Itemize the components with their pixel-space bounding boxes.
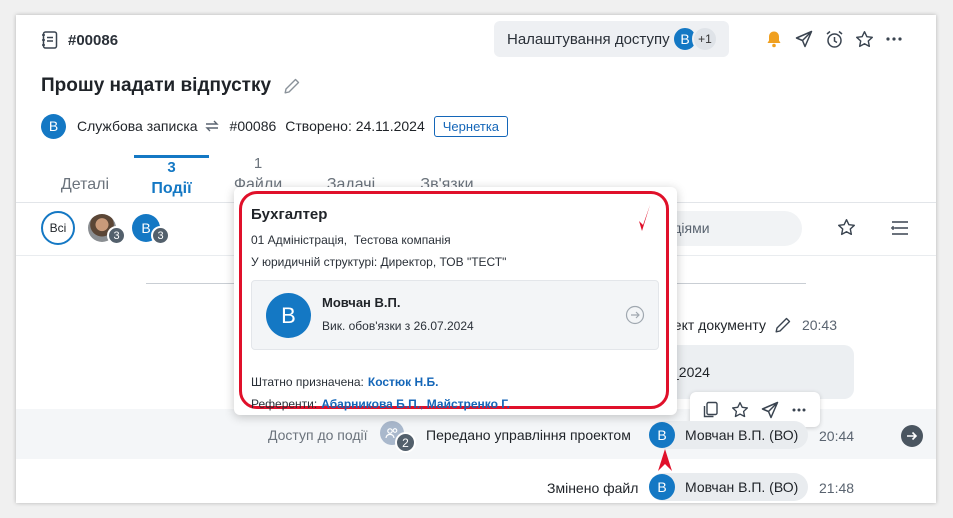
event-access-label: Доступ до події [268, 427, 368, 443]
access-settings-button[interactable]: Налаштування доступу В +1 [494, 21, 729, 57]
event-row-1: оект документу 20:43 [666, 316, 837, 334]
referent-link-1[interactable]: Абарникова Б.П. [321, 397, 420, 411]
event-3-user-chip[interactable]: В Мовчан В.П. (ВО) [649, 473, 809, 501]
referent-link-2[interactable]: Майстренко Г. [427, 397, 510, 411]
event-2-text: Передано управління проектом [426, 427, 631, 443]
doc-header: #00086 [42, 29, 118, 51]
doc-number: #00086 [68, 31, 119, 49]
send-icon[interactable] [792, 27, 816, 51]
sort-filter-icon[interactable] [888, 216, 912, 240]
star-icon[interactable] [852, 27, 876, 51]
event-2-avatar: В [649, 422, 675, 448]
event-more-icon[interactable] [787, 398, 811, 422]
popup-org: 01 Адміністрація, Тестова компанія [251, 233, 451, 247]
file-bubble[interactable]: _2024 [646, 345, 854, 399]
status-badge: Чернетка [433, 115, 509, 137]
access-more-count: +1 [692, 26, 718, 52]
copy-icon[interactable] [699, 398, 723, 422]
doc-type: Службова записка [77, 118, 198, 134]
popup-role: Бухгалтер [251, 206, 328, 223]
popup-assigned: Штатно призначена: Костюк Н.Б. [251, 375, 439, 389]
group-count-badge: 2 [395, 432, 416, 453]
created-date: Створено: 24.11.2024 [285, 118, 425, 134]
edit-pencil-icon[interactable] [283, 77, 301, 95]
event-2-user-chip[interactable]: В Мовчан В.П. (ВО) [649, 421, 809, 449]
document-window: #00086 Налаштування доступу В +1 Прошу н… [16, 15, 936, 503]
person-popup-card: Бухгалтер 01 Адміністрація, Тестова комп… [234, 187, 677, 415]
more-icon[interactable] [882, 27, 906, 51]
tab-details[interactable]: Деталі [54, 155, 116, 201]
event-send-icon[interactable] [758, 398, 782, 422]
person1-count-badge: 3 [107, 226, 126, 245]
popup-person-card[interactable]: В Мовчан В.П. Вик. обов'язки з 26.07.202… [251, 280, 659, 350]
title-row: Прошу надати відпустку [41, 75, 301, 97]
popup-referents: Референти: Абарникова Б.П. , Майстренко … [251, 397, 510, 411]
red-pointer-arrow [658, 449, 672, 471]
red-check-mark [639, 205, 650, 231]
event-arrow-right-icon[interactable] [901, 425, 923, 447]
assigned-person-link[interactable]: Костюк Н.Б. [368, 375, 439, 389]
popup-structure: У юридичній структурі: Директор, ТОВ "ТЕ… [251, 255, 507, 269]
event-3-avatar: В [649, 474, 675, 500]
event-1-text: оект документу [666, 317, 766, 333]
popup-open-arrow-icon[interactable] [625, 305, 645, 325]
meta-row: В Службова записка #00086 Створено: 24.1… [41, 113, 509, 139]
document-icon [42, 31, 58, 49]
popup-person-acting: Вик. обов'язки з 26.07.2024 [322, 319, 474, 333]
person2-count-badge: 3 [151, 226, 170, 245]
filter-person2[interactable]: В 3 [132, 214, 172, 246]
header-actions [762, 27, 906, 51]
access-group[interactable]: 2 [380, 419, 420, 453]
popup-person-avatar: В [266, 293, 311, 338]
filter-person1[interactable]: 3 [88, 214, 128, 246]
bell-icon[interactable] [762, 27, 786, 51]
favorite-filter-star-icon[interactable] [834, 215, 858, 239]
page-title: Прошу надати відпустку [41, 75, 272, 96]
alarm-clock-icon[interactable] [822, 27, 846, 51]
event-2-time: 20:44 [819, 428, 855, 444]
meta-number: #00086 [229, 118, 277, 134]
swap-icon[interactable] [203, 118, 221, 134]
popup-person-name: Мовчан В.П. [322, 295, 401, 310]
author-avatar[interactable]: В [41, 113, 66, 139]
tab-events[interactable]: 3 Події [134, 155, 209, 201]
event-3-time: 21:48 [819, 480, 855, 496]
event-3-text: Змінено файл [547, 480, 639, 496]
access-settings-label: Налаштування доступу [507, 30, 670, 48]
filter-all-button[interactable]: Всі [41, 211, 75, 245]
event-1-time: 20:43 [801, 317, 837, 333]
edit-event-pencil-icon[interactable] [774, 316, 792, 334]
event-star-icon[interactable] [728, 398, 752, 422]
